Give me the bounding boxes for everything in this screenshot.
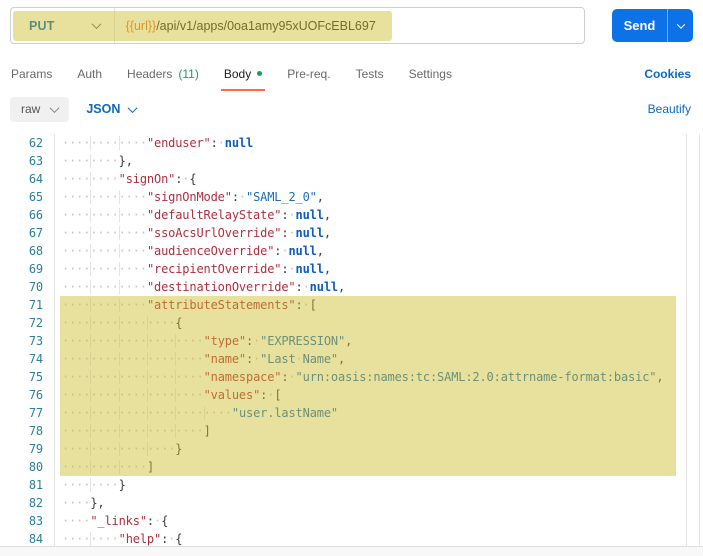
editor-scrollbar[interactable] xyxy=(686,134,700,546)
line-number: 70 xyxy=(0,278,55,296)
chevron-down-icon xyxy=(91,19,101,29)
line-number: 62 xyxy=(0,134,55,152)
code-line: 84········"help":·{ xyxy=(0,530,703,546)
line-number: 76 xyxy=(0,386,55,404)
line-number: 68 xyxy=(0,242,55,260)
code-line: 71············"attributeStatements":·[ xyxy=(0,296,703,314)
code-line: 82····}, xyxy=(0,494,703,512)
method-selector[interactable]: PUT xyxy=(11,8,115,43)
tab-tests-label: Tests xyxy=(356,67,384,81)
language-selector[interactable]: JSON xyxy=(86,102,136,116)
tab-params[interactable]: Params xyxy=(10,62,53,91)
url-path: /api/v1/apps/0oa1amy95xUOFcEBL697 xyxy=(156,19,376,33)
line-number: 77 xyxy=(0,404,55,422)
code-line: 81········} xyxy=(0,476,703,494)
code-line: 67············"ssoAcsUrlOverride":·null, xyxy=(0,224,703,242)
code-line: 66············"defaultRelayState":·null, xyxy=(0,206,703,224)
line-number: 66 xyxy=(0,206,55,224)
bottom-bar xyxy=(0,546,703,556)
code-editor[interactable]: 62············"enduser":·null63········}… xyxy=(0,134,703,546)
line-number: 83 xyxy=(0,512,55,530)
beautify-link[interactable]: Beautify xyxy=(648,102,691,116)
code-line: 65············"signOnMode":·"SAML_2_0", xyxy=(0,188,703,206)
line-number: 71 xyxy=(0,296,55,314)
body-modified-dot-icon xyxy=(257,71,262,76)
code-line: 80············] xyxy=(0,458,703,476)
code-line: 72················{ xyxy=(0,314,703,332)
body-type-label: raw xyxy=(21,102,40,116)
code-line: 73····················"type":·"EXPRESSIO… xyxy=(0,332,703,350)
code-line: 83····"_links":·{ xyxy=(0,512,703,530)
headers-count-badge: (11) xyxy=(178,67,198,81)
tab-pre-request[interactable]: Pre-req. xyxy=(286,62,331,91)
code-line: 68············"audienceOverride":·null, xyxy=(0,242,703,260)
line-number: 79 xyxy=(0,440,55,458)
cookies-link[interactable]: Cookies xyxy=(644,67,691,85)
code-line: 76····················"values":·[ xyxy=(0,386,703,404)
url-container: PUT {{url}}/api/v1/apps/0oa1amy95xUOFcEB… xyxy=(10,7,585,44)
line-number: 75 xyxy=(0,368,55,386)
code-lines: 62············"enduser":·null63········}… xyxy=(0,134,703,546)
line-number: 84 xyxy=(0,530,55,546)
tab-body[interactable]: Body xyxy=(223,62,263,91)
body-toolbar: raw JSON Beautify xyxy=(10,96,691,122)
tab-params-label: Params xyxy=(11,67,52,81)
line-number: 67 xyxy=(0,224,55,242)
code-line: 79················} xyxy=(0,440,703,458)
send-button-label[interactable]: Send xyxy=(612,9,667,42)
send-options-button[interactable] xyxy=(667,9,693,42)
code-line: 78····················] xyxy=(0,422,703,440)
tab-headers[interactable]: Headers (11) xyxy=(126,62,200,91)
tab-settings[interactable]: Settings xyxy=(408,62,453,91)
tab-body-label: Body xyxy=(224,67,251,81)
line-number: 69 xyxy=(0,260,55,278)
tab-tests[interactable]: Tests xyxy=(355,62,385,91)
line-number: 78 xyxy=(0,422,55,440)
url-variable: {{url}} xyxy=(126,19,157,33)
code-line: 75····················"namespace":·"urn:… xyxy=(0,368,703,386)
line-number: 81 xyxy=(0,476,55,494)
chevron-down-icon xyxy=(50,103,60,113)
line-number: 63 xyxy=(0,152,55,170)
line-number: 64 xyxy=(0,170,55,188)
url-input[interactable]: {{url}}/api/v1/apps/0oa1amy95xUOFcEBL697 xyxy=(115,19,376,33)
code-line: 64········"signOn":·{ xyxy=(0,170,703,188)
code-line: 77························"user.lastName… xyxy=(0,404,703,422)
code-line: 63········}, xyxy=(0,152,703,170)
tab-pre-request-label: Pre-req. xyxy=(287,67,330,81)
body-type-selector[interactable]: raw xyxy=(10,97,69,122)
code-line: 69············"recipientOverride":·null, xyxy=(0,260,703,278)
line-number: 80 xyxy=(0,458,55,476)
line-number: 82 xyxy=(0,494,55,512)
line-number: 72 xyxy=(0,314,55,332)
tab-auth-label: Auth xyxy=(77,67,102,81)
code-line: 62············"enduser":·null xyxy=(0,134,703,152)
tab-headers-label: Headers xyxy=(127,67,172,81)
tab-settings-label: Settings xyxy=(409,67,452,81)
request-tabs: Params Auth Headers (11) Body Pre-req. T… xyxy=(10,62,691,90)
method-label: PUT xyxy=(29,19,55,33)
language-label: JSON xyxy=(86,102,120,116)
line-number: 65 xyxy=(0,188,55,206)
chevron-down-icon xyxy=(676,20,684,28)
line-number: 73 xyxy=(0,332,55,350)
chevron-down-icon xyxy=(128,103,138,113)
send-button[interactable]: Send xyxy=(612,9,693,42)
request-bar: PUT {{url}}/api/v1/apps/0oa1amy95xUOFcEB… xyxy=(10,7,693,44)
line-number: 74 xyxy=(0,350,55,368)
code-line: 70············"destinationOverride":·nul… xyxy=(0,278,703,296)
code-line: 74····················"name":·"Last·Name… xyxy=(0,350,703,368)
tab-auth[interactable]: Auth xyxy=(76,62,103,91)
